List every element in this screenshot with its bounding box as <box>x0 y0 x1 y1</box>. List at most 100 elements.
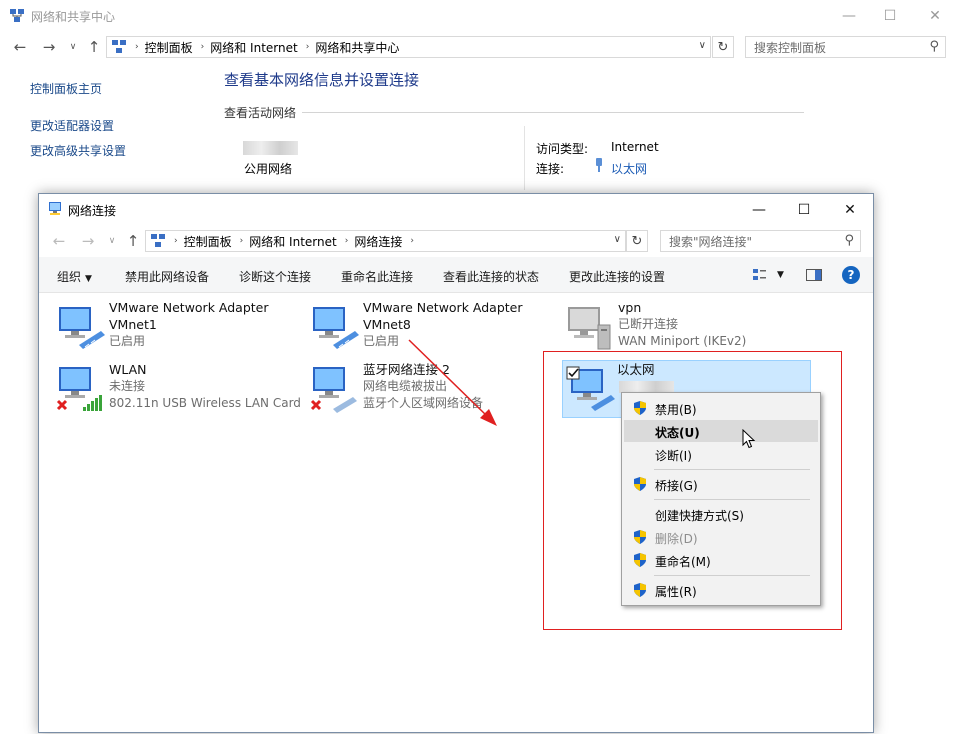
change-settings-button[interactable]: 更改此连接的设置 <box>569 268 665 285</box>
back-arrow-icon[interactable]: ← <box>50 232 68 250</box>
menu-item-label: 诊断(I) <box>655 449 692 463</box>
breadcrumb-separator-icon: › <box>344 236 349 246</box>
menu-item-label: 桥接(G) <box>655 479 698 493</box>
menu-item-rename[interactable]: 重命名(M) <box>624 549 818 571</box>
adapter-status: 已启用 <box>109 334 146 348</box>
front-nav-bar: ← → ∨ ↑ › 控制面板 › 网络和 Internet › 网络连接 › ∨… <box>39 226 873 256</box>
breadcrumb-separator-icon: › <box>200 42 205 52</box>
disable-device-button[interactable]: 禁用此网络设备 <box>125 268 209 285</box>
menu-item-label: 删除(D) <box>655 532 698 546</box>
caret-down-icon: ▼ <box>85 274 92 284</box>
refresh-icon[interactable]: ↻ <box>712 36 734 58</box>
chevron-down-icon[interactable]: ∨ <box>699 40 706 51</box>
maximize-icon: ☐ <box>883 8 897 24</box>
network-adapter-icon <box>313 307 359 349</box>
front-close-button[interactable]: ✕ <box>827 194 873 226</box>
refresh-icon[interactable]: ↻ <box>626 230 648 252</box>
maximize-icon: ☐ <box>797 202 811 218</box>
back-nav-bar: ← → ∨ ↑ › 控制面板 › 网络和 Internet › 网络和共享中心 … <box>0 32 960 62</box>
preview-pane-icon[interactable] <box>805 266 823 284</box>
front-address-bar[interactable]: › 控制面板 › 网络和 Internet › 网络连接 › ∨ <box>145 230 626 252</box>
menu-item-create-shortcut[interactable]: 创建快捷方式(S) <box>624 503 818 525</box>
minimize-icon: — <box>842 8 856 24</box>
vertical-divider <box>524 126 525 190</box>
breadcrumb-separator-icon: › <box>135 42 139 52</box>
view-status-button[interactable]: 查看此连接的状态 <box>443 268 539 285</box>
front-search-input[interactable]: 搜索"网络连接" ⚲ <box>660 230 861 252</box>
recent-locations-icon[interactable]: ∨ <box>103 232 121 250</box>
adapter-wlan[interactable]: WLAN 未连接 802.11n USB Wireless LAN Card <box>55 361 301 417</box>
rename-button[interactable]: 重命名此连接 <box>341 268 413 285</box>
back-minimize-button[interactable]: — <box>826 0 872 32</box>
network-type[interactable]: 公用网络 <box>244 160 292 177</box>
adapter-vmnet8[interactable]: VMware Network Adapter VMnet8 已启用 <box>309 299 549 355</box>
menu-item-diagnose[interactable]: 诊断(I) <box>624 443 818 465</box>
change-adapter-settings-link[interactable]: 更改适配器设置 <box>30 117 114 134</box>
connection-label: 连接: <box>536 162 565 176</box>
forward-arrow-icon[interactable]: → <box>79 232 97 250</box>
vpn-adapter-icon <box>568 307 611 350</box>
uac-shield-icon <box>634 553 646 567</box>
menu-separator <box>654 499 810 500</box>
control-panel-icon <box>112 40 126 53</box>
network-center-icon <box>10 9 24 22</box>
breadcrumb-item[interactable]: 控制面板 <box>145 39 193 56</box>
back-window-title: 网络和共享中心 <box>31 10 116 24</box>
view-options-icon[interactable] <box>751 266 769 284</box>
back-arrow-icon[interactable]: ← <box>11 38 29 56</box>
bluetooth-adapter-icon <box>310 367 357 413</box>
adapter-device: 802.11n USB Wireless LAN Card <box>109 396 301 410</box>
menu-separator <box>654 469 810 470</box>
control-panel-home-link[interactable]: 控制面板主页 <box>30 80 102 97</box>
back-title-bar: 网络和共享中心 — ☐ ✕ <box>0 0 960 32</box>
network-adapter-icon <box>59 307 105 349</box>
menu-item-properties[interactable]: 属性(R) <box>624 579 818 601</box>
front-maximize-button[interactable]: ☐ <box>781 194 827 226</box>
search-placeholder: 搜索"网络连接" <box>669 234 753 249</box>
breadcrumb-item[interactable]: 控制面板 <box>184 233 232 250</box>
breadcrumb-item[interactable]: 网络和 Internet <box>249 233 336 250</box>
organize-label: 组织 <box>57 270 82 284</box>
menu-item-label: 属性(R) <box>655 585 697 599</box>
uac-shield-icon <box>634 583 646 597</box>
search-icon[interactable]: ⚲ <box>844 233 854 248</box>
view-dropdown-icon[interactable]: ▼ <box>777 270 784 280</box>
adapter-vpn[interactable]: vpn 已断开连接 WAN Miniport (IKEv2) <box>564 299 804 355</box>
organize-button[interactable]: 组织 ▼ <box>57 268 92 285</box>
menu-item-bridge[interactable]: 桥接(G) <box>624 473 818 495</box>
menu-item-status[interactable]: 状态(U) <box>624 420 818 442</box>
adapter-bluetooth[interactable]: 蓝牙网络连接 2 网络电缆被拔出 蓝牙个人区域网络设备 <box>309 361 549 417</box>
search-icon[interactable]: ⚲ <box>929 39 939 54</box>
front-minimize-button[interactable]: — <box>736 194 782 226</box>
connection-ethernet-link[interactable]: 以太网 <box>611 160 647 177</box>
back-maximize-button[interactable]: ☐ <box>867 0 913 32</box>
menu-item-label: 创建快捷方式(S) <box>655 509 744 523</box>
menu-separator <box>654 575 810 576</box>
back-close-button[interactable]: ✕ <box>912 0 958 32</box>
back-address-bar[interactable]: › 控制面板 › 网络和 Internet › 网络和共享中心 ∨ <box>106 36 711 58</box>
network-connections-icon <box>49 202 61 215</box>
menu-item-label: 重命名(M) <box>655 555 711 569</box>
chevron-down-icon[interactable]: ∨ <box>614 234 621 245</box>
breadcrumb-separator-icon: › <box>239 236 244 246</box>
breadcrumb-item[interactable]: 网络和 Internet <box>210 39 297 56</box>
menu-item-disable[interactable]: 禁用(B) <box>624 397 818 419</box>
breadcrumb-separator-icon: › <box>174 236 178 246</box>
breadcrumb-item[interactable]: 网络连接 <box>354 233 402 250</box>
adapter-status: 已断开连接 <box>618 317 679 331</box>
breadcrumb-item[interactable]: 网络和共享中心 <box>315 39 399 56</box>
search-placeholder: 搜索控制面板 <box>754 40 827 55</box>
recent-locations-icon[interactable]: ∨ <box>64 38 82 56</box>
advanced-sharing-link[interactable]: 更改高级共享设置 <box>30 142 126 159</box>
diagnose-button[interactable]: 诊断这个连接 <box>239 268 311 285</box>
adapter-name: 蓝牙网络连接 2 <box>363 362 450 377</box>
back-search-input[interactable]: 搜索控制面板 ⚲ <box>745 36 946 58</box>
adapter-device: 蓝牙个人区域网络设备 <box>363 396 484 410</box>
minimize-icon: — <box>752 202 766 218</box>
adapter-vmnet1[interactable]: VMware Network Adapter VMnet1 已启用 <box>55 299 295 355</box>
up-arrow-icon[interactable]: ↑ <box>124 232 142 250</box>
forward-arrow-icon[interactable]: → <box>40 38 58 56</box>
up-arrow-icon[interactable]: ↑ <box>85 38 103 56</box>
help-icon[interactable]: ? <box>842 266 860 284</box>
menu-item-delete: 删除(D) <box>624 526 818 548</box>
